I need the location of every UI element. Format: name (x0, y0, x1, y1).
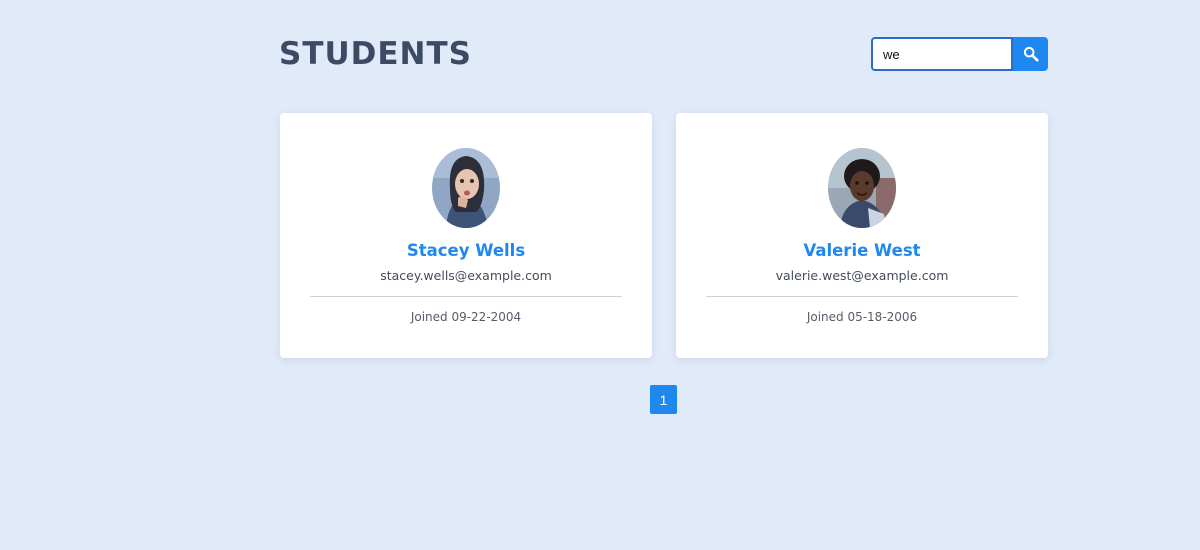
joined-date: Joined 09-22-2004 (410, 310, 522, 324)
student-card[interactable]: Valerie West valerie.west@example.com Jo… (676, 113, 1048, 358)
student-email: stacey.wells@example.com (380, 268, 552, 283)
page-title: STUDENTS (279, 36, 472, 72)
search-icon (1023, 46, 1038, 62)
pagination: 1 (650, 385, 677, 414)
student-card-list: Stacey Wells stacey.wells@example.com Jo… (280, 113, 1048, 358)
student-name: Valerie West (803, 241, 921, 260)
divider (706, 296, 1018, 297)
page-1-button[interactable]: 1 (650, 385, 677, 414)
students-page: STUDENTS we Stacey Wells stacey.wells@ex… (0, 0, 1200, 550)
student-card[interactable]: Stacey Wells stacey.wells@example.com Jo… (280, 113, 652, 358)
student-email: valerie.west@example.com (775, 268, 949, 283)
search-input[interactable] (871, 37, 1013, 71)
avatar (432, 148, 500, 228)
divider (310, 296, 622, 297)
search-bar (871, 37, 1048, 71)
search-button[interactable] (1013, 37, 1048, 71)
avatar (828, 148, 896, 228)
student-name: Stacey Wells (406, 241, 526, 260)
joined-date: Joined 05-18-2006 (806, 310, 918, 324)
